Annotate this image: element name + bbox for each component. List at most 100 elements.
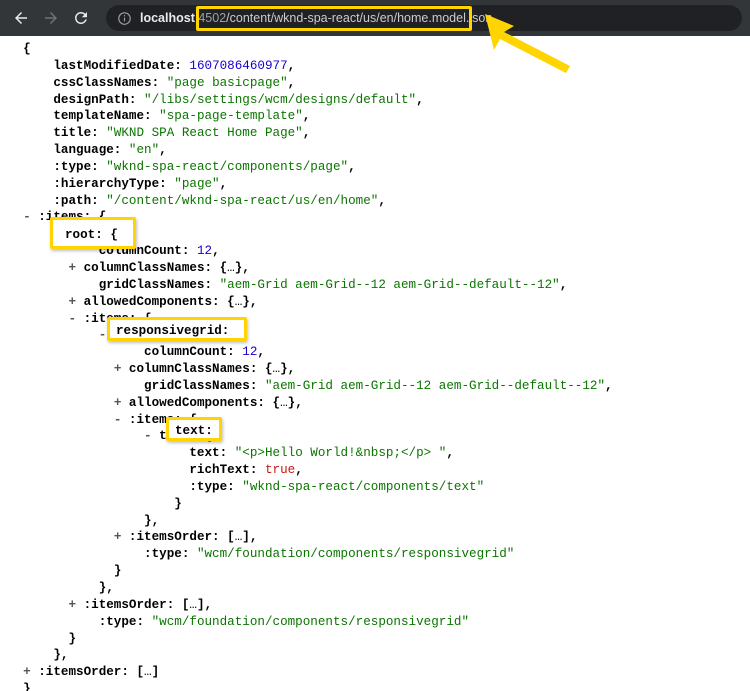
url-path: /content/wknd-spa-react/us/en/home.model…	[226, 11, 493, 25]
collapse-toggle-icon[interactable]: -	[23, 209, 31, 226]
json-line[interactable]: designPath: "/libs/settings/wcm/designs/…	[0, 92, 750, 109]
json-token-key: :type:	[53, 159, 107, 174]
json-gap	[106, 328, 114, 342]
json-token-str: "wknd-spa-react/components/text"	[242, 479, 485, 494]
json-token-key: lastModifiedDate:	[53, 58, 190, 73]
forward-button[interactable]	[38, 5, 64, 31]
json-line[interactable]: - text: {	[0, 428, 750, 445]
json-line[interactable]: text: "<p>Hello World!&nbsp;</p> ",	[0, 445, 750, 462]
json-token-punc: ,	[348, 159, 356, 174]
json-gap	[91, 615, 99, 629]
json-token-key: designPath:	[53, 92, 145, 107]
info-circle-icon	[117, 11, 131, 25]
json-line[interactable]: templateName: "spa-page-template",	[0, 108, 750, 125]
json-line[interactable]: - responsivegrid: {	[0, 327, 750, 344]
json-token-punc: }	[23, 682, 31, 691]
collapse-toggle-icon[interactable]: -	[53, 226, 61, 243]
json-line[interactable]: },	[0, 647, 750, 664]
json-line[interactable]: }	[0, 496, 750, 513]
forward-arrow-icon	[45, 12, 57, 24]
json-token-punc: ,	[212, 244, 220, 259]
json-line[interactable]: },	[0, 513, 750, 530]
json-line[interactable]: + :itemsOrder: […],	[0, 597, 750, 614]
json-token-punc: ,	[605, 378, 613, 393]
url-text: localhost:4502/content/wknd-spa-react/us…	[140, 5, 492, 31]
json-token-key: :type:	[98, 614, 152, 629]
json-line[interactable]: :path: "/content/wknd-spa-react/us/en/ho…	[0, 193, 750, 210]
json-token-str: "aem-Grid aem-Grid--12 aem-Grid--default…	[219, 277, 560, 292]
json-line[interactable]: + :itemsOrder: […],	[0, 529, 750, 546]
json-line[interactable]: columnCount: 12,	[0, 243, 750, 260]
json-line[interactable]: - root: {	[0, 226, 750, 243]
json-line[interactable]: + :itemsOrder: […]	[0, 664, 750, 681]
json-line[interactable]: gridClassNames: "aem-Grid aem-Grid--12 a…	[0, 277, 750, 294]
toggle-spacer	[38, 159, 46, 176]
json-line[interactable]: gridClassNames: "aem-Grid aem-Grid--12 a…	[0, 378, 750, 395]
expand-toggle-icon[interactable]: +	[68, 294, 76, 311]
json-token-punc: ,	[287, 58, 296, 73]
json-line[interactable]: language: "en",	[0, 142, 750, 159]
json-token-punc: }	[68, 631, 77, 646]
reload-icon	[74, 11, 87, 24]
json-line[interactable]: :type: "wknd-spa-react/components/text"	[0, 479, 750, 496]
json-viewer[interactable]: { lastModifiedDate: 1607086460977, cssCl…	[0, 36, 750, 691]
json-gap	[16, 682, 24, 691]
reload-button[interactable]	[68, 5, 94, 31]
json-line[interactable]: - :items: {	[0, 311, 750, 328]
json-gap	[136, 345, 144, 359]
json-line[interactable]: + columnClassNames: {…},	[0, 361, 750, 378]
json-line[interactable]: + allowedComponents: {…},	[0, 395, 750, 412]
json-token-punc: ,	[257, 345, 265, 360]
site-info-icon[interactable]	[116, 10, 132, 26]
toggle-spacer	[38, 142, 46, 159]
json-line[interactable]: {	[0, 41, 750, 58]
json-token-punc: },	[98, 581, 114, 595]
address-bar[interactable]: localhost:4502/content/wknd-spa-react/us…	[106, 5, 742, 31]
json-token-key: columnCount:	[144, 345, 243, 360]
json-token-num: 1607086460977	[189, 58, 288, 73]
json-line[interactable]: :type: "wknd-spa-react/components/page",	[0, 159, 750, 176]
json-line[interactable]: }	[0, 631, 750, 648]
collapse-toggle-icon[interactable]: -	[144, 428, 152, 445]
json-line[interactable]: }	[0, 563, 750, 580]
json-token-num: 12	[196, 244, 213, 259]
expand-toggle-icon[interactable]: +	[68, 260, 76, 277]
json-line[interactable]: :hierarchyType: "page",	[0, 176, 750, 193]
json-token-str: "wcm/foundation/components/responsivegri…	[151, 614, 470, 629]
json-token-punc: },	[53, 648, 69, 663]
json-line[interactable]: :type: "wcm/foundation/components/respon…	[0, 614, 750, 631]
json-line[interactable]: :type: "wcm/foundation/components/respon…	[0, 546, 750, 563]
json-line[interactable]: - :items: {	[0, 412, 750, 429]
json-line[interactable]: - :items: {	[0, 209, 750, 226]
json-token-punc: ,	[287, 75, 296, 90]
json-line[interactable]: richText: true,	[0, 462, 750, 479]
json-line[interactable]: lastModifiedDate: 1607086460977,	[0, 58, 750, 75]
json-line[interactable]: title: "WKND SPA React Home Page",	[0, 125, 750, 142]
json-line[interactable]: cssClassNames: "page basicpage",	[0, 75, 750, 92]
json-token-key: cssClassNames:	[53, 75, 167, 90]
expand-toggle-icon[interactable]: +	[23, 664, 31, 681]
collapse-toggle-icon[interactable]: -	[68, 311, 76, 328]
json-token-key: ],	[196, 597, 213, 612]
json-token-key: :type:	[189, 479, 243, 494]
json-line[interactable]: + allowedComponents: {…},	[0, 294, 750, 311]
json-token-key: },	[287, 395, 303, 410]
json-token-key: responsivegrid: {	[113, 328, 243, 343]
json-line[interactable]: },	[0, 580, 750, 597]
back-button[interactable]	[8, 5, 34, 31]
json-line[interactable]: columnCount: 12,	[0, 344, 750, 361]
json-line[interactable]: }	[0, 681, 750, 691]
json-line[interactable]: + columnClassNames: {…},	[0, 260, 750, 277]
json-token-key: gridClassNames:	[98, 277, 220, 292]
expand-toggle-icon[interactable]: +	[68, 597, 76, 614]
